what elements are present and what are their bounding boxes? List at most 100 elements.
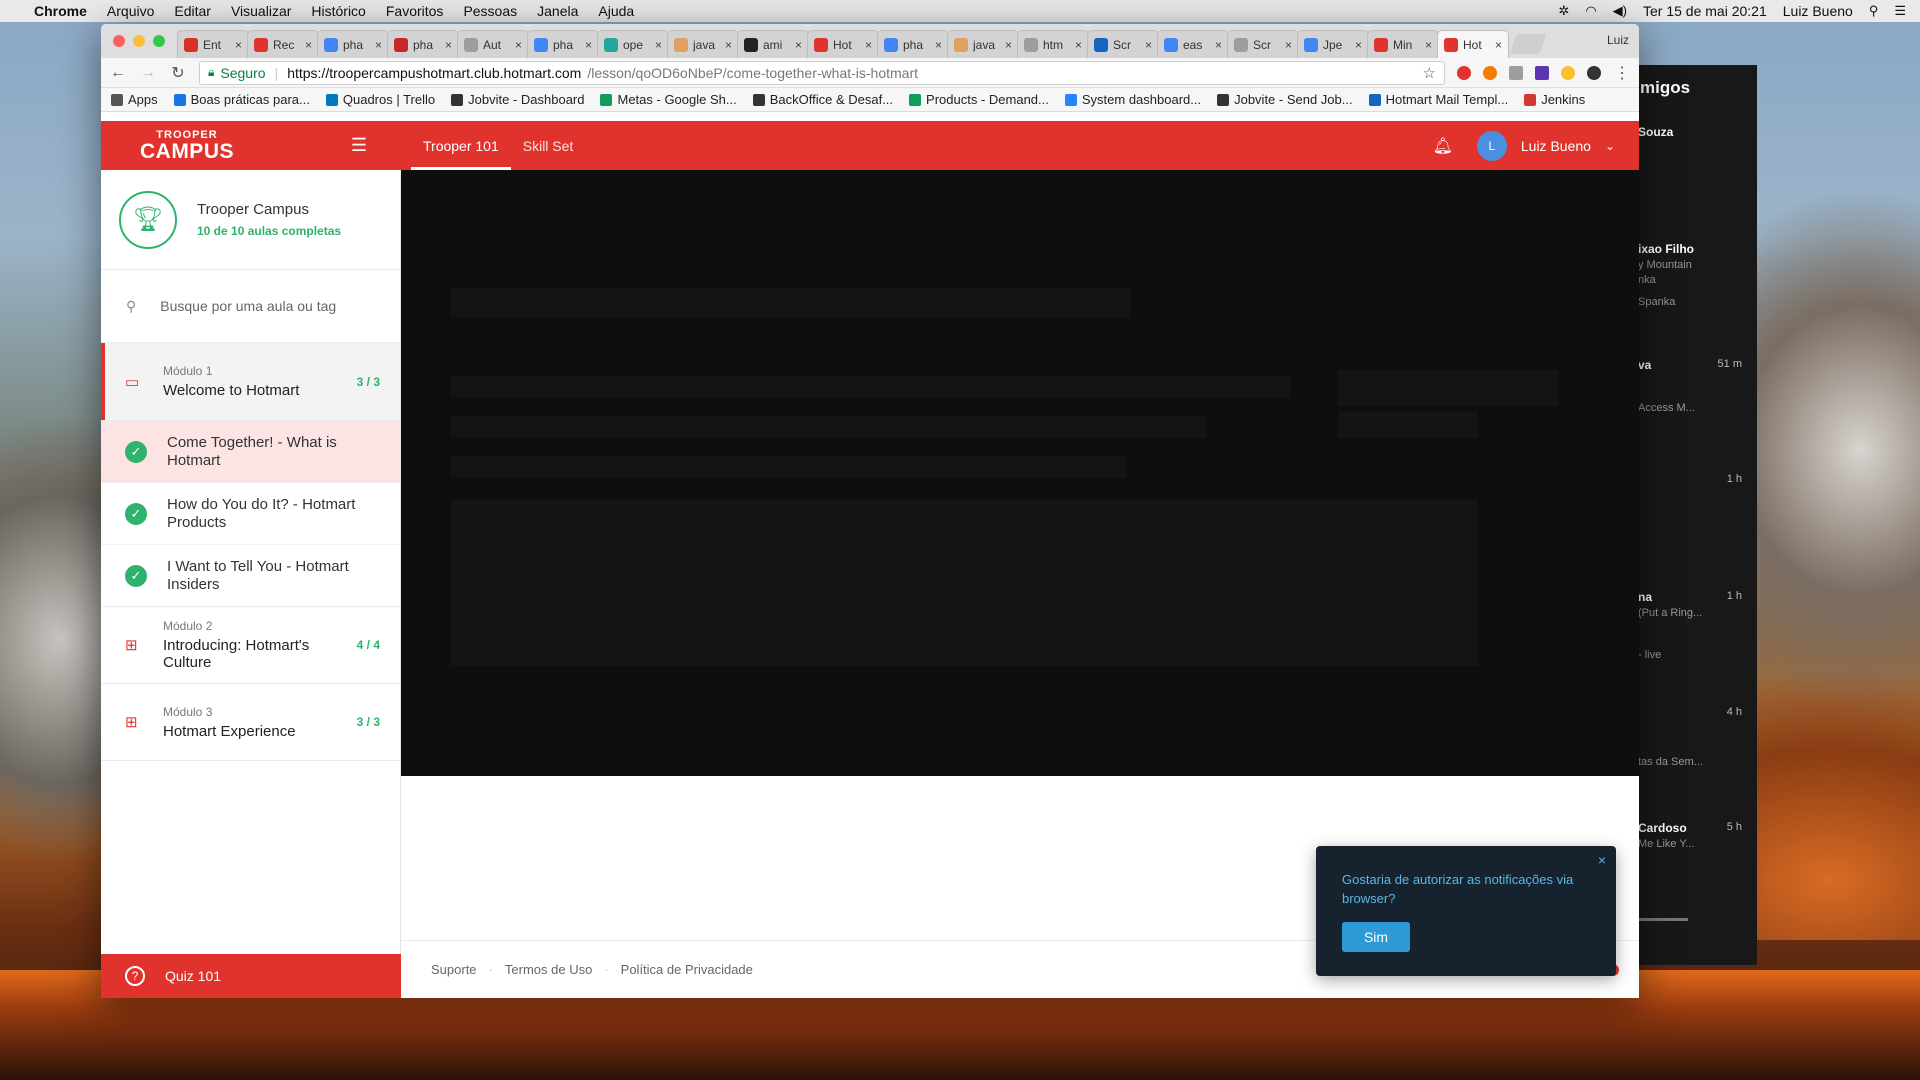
- trooper-campus-logo[interactable]: TROOPER CAMPUS: [101, 121, 273, 170]
- user-name[interactable]: Luiz Bueno: [1521, 138, 1591, 154]
- menu-visualizar[interactable]: Visualizar: [231, 3, 291, 19]
- bookmark-item[interactable]: Products - Demand...: [909, 92, 1049, 107]
- close-tab-icon[interactable]: ×: [585, 38, 592, 52]
- close-tab-icon[interactable]: ×: [935, 38, 942, 52]
- lesson-item[interactable]: ✓ Come Together! - What is Hotmart: [101, 421, 400, 483]
- fire-extension-icon[interactable]: [1483, 65, 1497, 80]
- browser-tab[interactable]: htm ×: [1017, 30, 1089, 58]
- close-tab-icon[interactable]: ×: [655, 38, 662, 52]
- browser-tab[interactable]: Hot ×: [807, 30, 879, 58]
- bookmark-item[interactable]: Apps: [111, 92, 158, 107]
- avatar[interactable]: L: [1476, 130, 1507, 161]
- close-tab-icon[interactable]: ×: [1215, 38, 1222, 52]
- menubar-user[interactable]: Luiz Bueno: [1783, 3, 1853, 19]
- reload-icon[interactable]: ↻: [169, 63, 187, 83]
- bookmark-item[interactable]: Jobvite - Send Job...: [1217, 92, 1353, 107]
- address-bar[interactable]: 🔒︎ Seguro | https://troopercampushotmart…: [199, 60, 1445, 85]
- close-tab-icon[interactable]: ×: [1425, 38, 1432, 52]
- close-icon[interactable]: ×: [1598, 852, 1606, 868]
- chevron-down-icon[interactable]: ⌄: [1605, 139, 1615, 153]
- search-input[interactable]: [160, 298, 361, 314]
- menu-favoritos[interactable]: Favoritos: [386, 3, 444, 19]
- profile-name[interactable]: Luiz: [1607, 33, 1629, 47]
- video-player[interactable]: [401, 170, 1639, 776]
- module-1[interactable]: ▭ Módulo 1 Welcome to Hotmart 3 / 3: [101, 343, 400, 421]
- browser-tab[interactable]: Scr ×: [1227, 30, 1299, 58]
- dropbox-icon[interactable]: ✲: [1558, 3, 1569, 19]
- notification-center-icon[interactable]: ☰: [1894, 3, 1906, 19]
- tab-skill-set[interactable]: Skill Set: [511, 121, 586, 170]
- volume-icon[interactable]: ◀): [1613, 3, 1627, 19]
- footer-link-privacidade[interactable]: Política de Privacidade: [621, 962, 753, 977]
- close-tab-icon[interactable]: ×: [1005, 38, 1012, 52]
- bookmark-item[interactable]: Hotmart Mail Templ...: [1368, 92, 1508, 107]
- browser-tab[interactable]: java ×: [947, 30, 1019, 58]
- chrome-extension-icon[interactable]: [1561, 65, 1575, 80]
- more-menu-icon[interactable]: ⋮: [1613, 63, 1631, 83]
- hamburger-menu-icon[interactable]: ☰: [339, 135, 379, 156]
- lesson-item[interactable]: ✓ I Want to Tell You - Hotmart Insiders: [101, 545, 400, 607]
- wifi-icon[interactable]: ◠: [1585, 3, 1596, 19]
- close-tab-icon[interactable]: ×: [1285, 38, 1292, 52]
- browser-tab[interactable]: Min ×: [1367, 30, 1439, 58]
- browser-tab[interactable]: eas ×: [1157, 30, 1229, 58]
- close-tab-icon[interactable]: ×: [795, 38, 802, 52]
- close-tab-icon[interactable]: ×: [1355, 38, 1362, 52]
- browser-tab[interactable]: Scr ×: [1087, 30, 1159, 58]
- close-tab-icon[interactable]: ×: [1495, 38, 1502, 52]
- footer-link-suporte[interactable]: Suporte: [431, 962, 477, 977]
- bookmark-item[interactable]: BackOffice & Desaf...: [752, 92, 893, 107]
- minimize-window-icon[interactable]: [133, 35, 145, 47]
- close-window-icon[interactable]: [113, 35, 125, 47]
- camera-extension-icon[interactable]: [1509, 65, 1523, 80]
- bookmark-item[interactable]: Metas - Google Sh...: [600, 92, 737, 107]
- tab-trooper-101[interactable]: Trooper 101: [411, 121, 511, 170]
- bookmark-item[interactable]: Jenkins: [1524, 92, 1585, 107]
- browser-tab[interactable]: Aut ×: [457, 30, 529, 58]
- browser-tab[interactable]: pha ×: [877, 30, 949, 58]
- bookmark-item[interactable]: System dashboard...: [1064, 92, 1201, 107]
- forward-icon[interactable]: →: [139, 64, 157, 82]
- bookmark-item[interactable]: Jobvite - Dashboard: [451, 92, 584, 107]
- close-tab-icon[interactable]: ×: [865, 38, 872, 52]
- menu-pessoas[interactable]: Pessoas: [463, 3, 517, 19]
- close-tab-icon[interactable]: ×: [445, 38, 452, 52]
- hotmart-extension-icon[interactable]: [1457, 65, 1471, 80]
- allow-notifications-button[interactable]: Sim: [1342, 922, 1410, 952]
- lesson-item[interactable]: ✓ How do You do It? - Hotmart Products: [101, 483, 400, 545]
- menu-historico[interactable]: Histórico: [311, 3, 365, 19]
- browser-tab[interactable]: Rec ×: [247, 30, 319, 58]
- close-tab-icon[interactable]: ×: [515, 38, 522, 52]
- bookmark-item[interactable]: Quadros | Trello: [325, 92, 435, 107]
- menu-editar[interactable]: Editar: [174, 3, 211, 19]
- browser-tab[interactable]: pha ×: [317, 30, 389, 58]
- module-3[interactable]: ⊞ Módulo 3 Hotmart Experience 3 / 3: [101, 684, 400, 761]
- menu-janela[interactable]: Janela: [537, 3, 578, 19]
- app-menu-name[interactable]: Chrome: [34, 3, 87, 19]
- menu-arquivo[interactable]: Arquivo: [107, 3, 154, 19]
- browser-tab[interactable]: pha ×: [387, 30, 459, 58]
- close-tab-icon[interactable]: ×: [1145, 38, 1152, 52]
- bell-icon[interactable]: 🔔︎: [1433, 136, 1453, 156]
- bookmark-item[interactable]: Boas práticas para...: [173, 92, 310, 107]
- close-tab-icon[interactable]: ×: [725, 38, 732, 52]
- browser-tab[interactable]: ope ×: [597, 30, 669, 58]
- close-tab-icon[interactable]: ×: [235, 38, 242, 52]
- browser-tab[interactable]: Jpe ×: [1297, 30, 1369, 58]
- new-tab-button[interactable]: [1509, 34, 1547, 54]
- close-tab-icon[interactable]: ×: [305, 38, 312, 52]
- quiz-button[interactable]: ? Quiz 101: [101, 954, 401, 998]
- close-tab-icon[interactable]: ×: [1075, 38, 1082, 52]
- close-tab-icon[interactable]: ×: [375, 38, 382, 52]
- volume-slider[interactable]: [1638, 918, 1688, 921]
- menubar-datetime[interactable]: Ter 15 de mai 20:21: [1643, 3, 1767, 19]
- bookmark-star-icon[interactable]: ☆: [1423, 64, 1436, 82]
- browser-tab[interactable]: ami ×: [737, 30, 809, 58]
- color-extension-icon[interactable]: [1535, 65, 1549, 80]
- browser-tab[interactable]: Ent ×: [177, 30, 249, 58]
- module-2[interactable]: ⊞ Módulo 2 Introducing: Hotmart's Cultur…: [101, 607, 400, 684]
- menu-ajuda[interactable]: Ajuda: [598, 3, 634, 19]
- maximize-window-icon[interactable]: [153, 35, 165, 47]
- browser-tab[interactable]: java ×: [667, 30, 739, 58]
- spotlight-search-icon[interactable]: ⚲: [1869, 3, 1879, 19]
